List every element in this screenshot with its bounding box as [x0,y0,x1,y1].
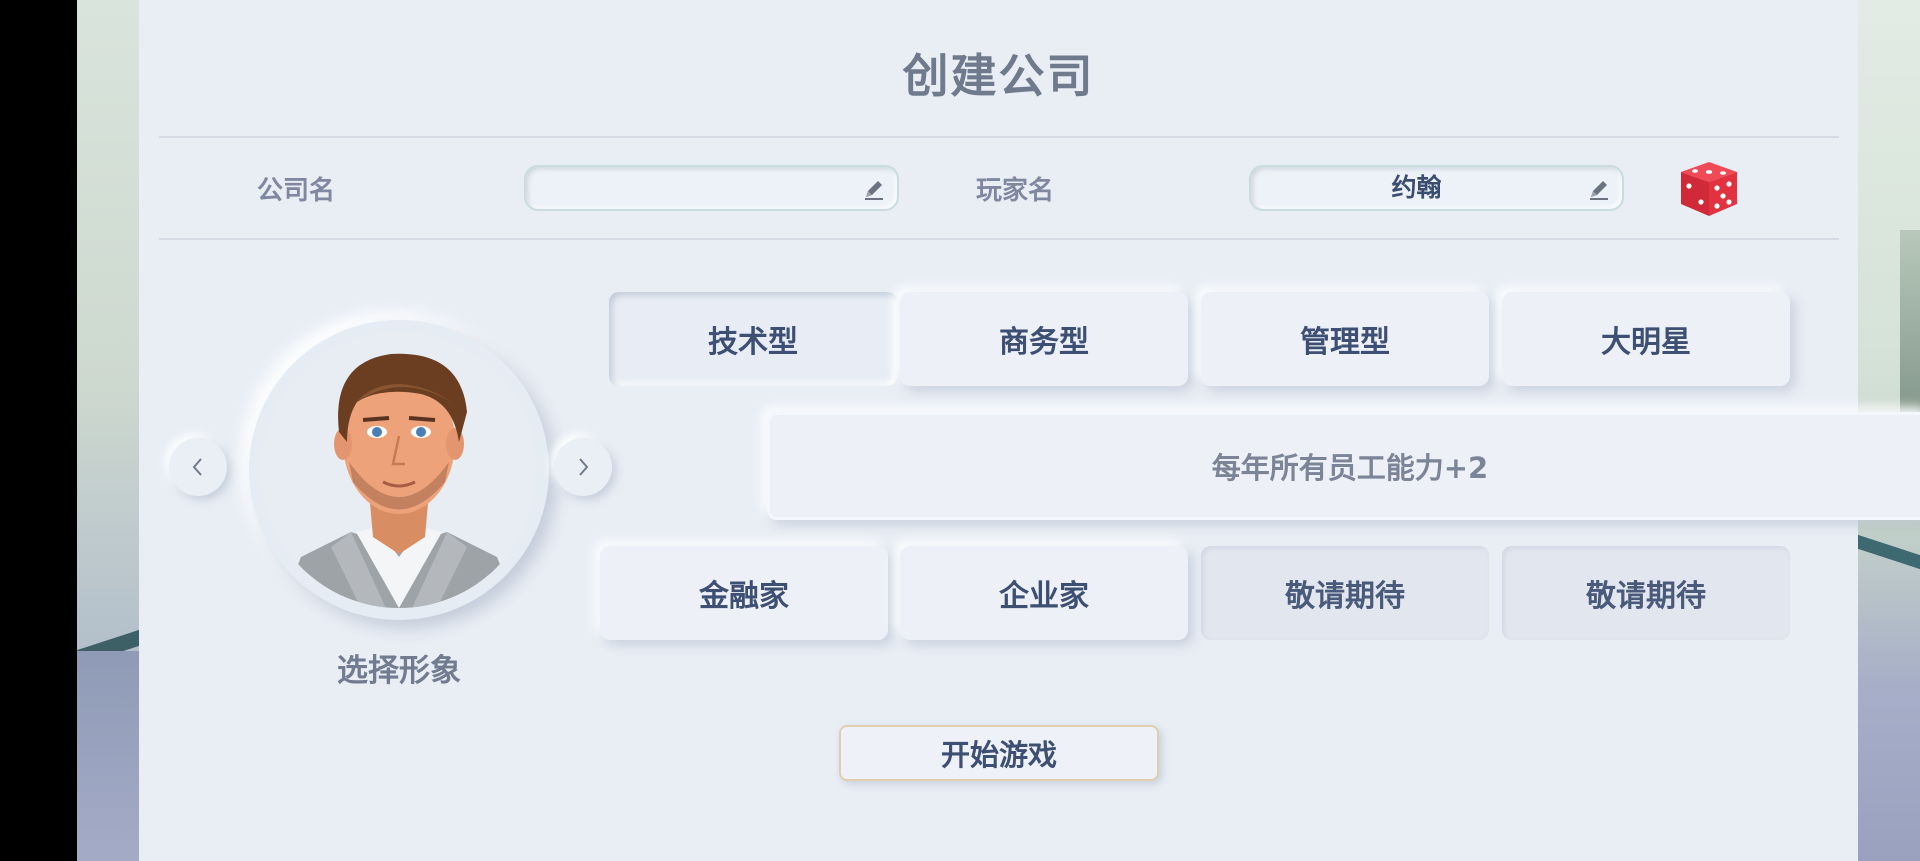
type-management-button[interactable]: 管理型 [1201,292,1489,386]
pencil-icon[interactable] [861,176,887,202]
avatar-prev-button[interactable] [169,438,227,496]
businessman-avatar-image [261,332,537,608]
avatar-portrait [261,332,537,608]
start-game-button[interactable]: 开始游戏 [839,725,1159,781]
avatar-next-button[interactable] [554,438,612,496]
scene-rail [1858,534,1920,570]
player-name-value: 约翰 [1391,173,1442,202]
chevron-left-icon [192,458,202,476]
type-tech-button[interactable]: 技术型 [609,292,897,386]
company-name-input[interactable] [524,165,899,211]
scene-floor [77,651,139,861]
player-name-input[interactable]: 约翰 [1249,165,1624,211]
company-name-value [526,167,857,209]
type-entrepreneur-button[interactable]: 企业家 [900,546,1188,640]
create-company-dialog: 创建公司 公司名 玩家名 约翰 选择形象 技术型 商务型 管理型 大明星 每年所… [139,0,1920,861]
dice-icon[interactable] [1675,158,1743,220]
avatar-frame[interactable] [249,320,549,620]
select-avatar-label: 选择形象 [337,653,461,689]
company-name-label: 公司名 [257,176,336,206]
background-scene-left [77,0,139,861]
divider-top [159,136,1839,138]
player-name-label: 玩家名 [976,176,1055,206]
pencil-icon[interactable] [1586,176,1612,202]
divider-bottom [159,238,1839,240]
type-financier-button[interactable]: 金融家 [600,546,888,640]
chevron-right-icon [579,458,589,476]
scene-plant [1900,230,1920,430]
type-business-button[interactable]: 商务型 [900,292,1188,386]
type-superstar-button[interactable]: 大明星 [1502,292,1790,386]
type-coming-soon-button: 敬请期待 [1502,546,1790,640]
type-coming-soon-button: 敬请期待 [1201,546,1489,640]
type-description: 每年所有员工能力+2 [767,412,1920,520]
dialog-title: 创建公司 [902,49,1095,103]
